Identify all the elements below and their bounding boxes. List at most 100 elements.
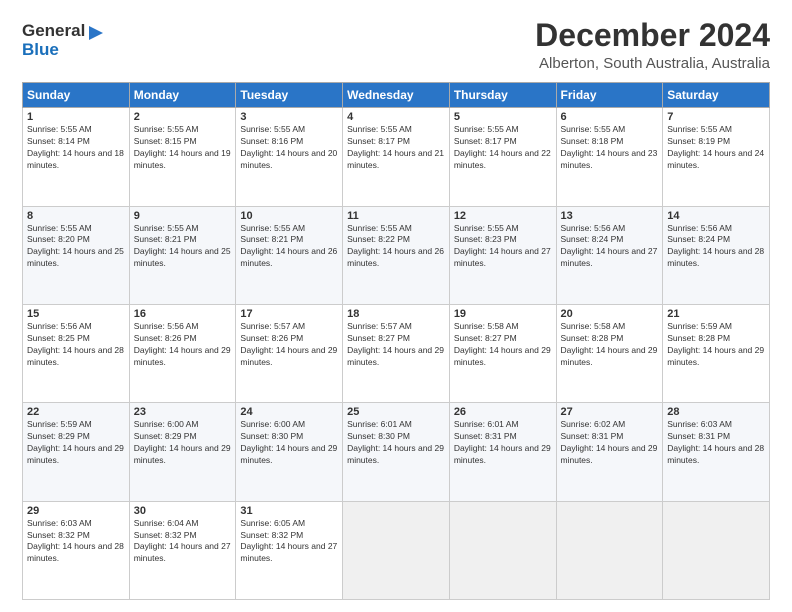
cell-info: Sunrise: 5:55 AMSunset: 8:17 PMDaylight:… [347, 124, 444, 170]
cell-info: Sunrise: 6:00 AMSunset: 8:30 PMDaylight:… [240, 419, 337, 465]
cell-info: Sunrise: 5:59 AMSunset: 8:29 PMDaylight:… [27, 419, 124, 465]
day-number: 1 [27, 111, 125, 123]
day-number: 2 [134, 111, 232, 123]
cell-info: Sunrise: 6:02 AMSunset: 8:31 PMDaylight:… [561, 419, 658, 465]
table-row: 20 Sunrise: 5:58 AMSunset: 8:28 PMDaylig… [556, 304, 663, 402]
calendar-header-row: Sunday Monday Tuesday Wednesday Thursday… [23, 83, 770, 108]
cell-info: Sunrise: 6:00 AMSunset: 8:29 PMDaylight:… [134, 419, 231, 465]
logo: General Blue [22, 22, 105, 59]
day-number: 14 [667, 210, 765, 222]
col-friday: Friday [556, 83, 663, 108]
day-number: 10 [240, 210, 338, 222]
cell-info: Sunrise: 6:01 AMSunset: 8:30 PMDaylight:… [347, 419, 444, 465]
table-row: 4 Sunrise: 5:55 AMSunset: 8:17 PMDayligh… [343, 108, 450, 206]
day-number: 20 [561, 308, 659, 320]
cell-info: Sunrise: 6:04 AMSunset: 8:32 PMDaylight:… [134, 518, 231, 564]
table-row: 5 Sunrise: 5:55 AMSunset: 8:17 PMDayligh… [449, 108, 556, 206]
cell-info: Sunrise: 5:55 AMSunset: 8:14 PMDaylight:… [27, 124, 124, 170]
day-number: 19 [454, 308, 552, 320]
table-row: 2 Sunrise: 5:55 AMSunset: 8:15 PMDayligh… [129, 108, 236, 206]
cell-info: Sunrise: 5:55 AMSunset: 8:19 PMDaylight:… [667, 124, 764, 170]
col-tuesday: Tuesday [236, 83, 343, 108]
main-title: December 2024 [535, 18, 770, 53]
table-row: 28 Sunrise: 6:03 AMSunset: 8:31 PMDaylig… [663, 403, 770, 501]
table-row: 18 Sunrise: 5:57 AMSunset: 8:27 PMDaylig… [343, 304, 450, 402]
cell-info: Sunrise: 5:55 AMSunset: 8:21 PMDaylight:… [134, 223, 231, 269]
empty-cell [343, 501, 450, 599]
title-block: December 2024 Alberton, South Australia,… [535, 18, 770, 72]
col-sunday: Sunday [23, 83, 130, 108]
day-number: 28 [667, 406, 765, 418]
table-row: 10 Sunrise: 5:55 AMSunset: 8:21 PMDaylig… [236, 206, 343, 304]
table-row: 30 Sunrise: 6:04 AMSunset: 8:32 PMDaylig… [129, 501, 236, 599]
calendar-week-row: 15 Sunrise: 5:56 AMSunset: 8:25 PMDaylig… [23, 304, 770, 402]
calendar-week-row: 22 Sunrise: 5:59 AMSunset: 8:29 PMDaylig… [23, 403, 770, 501]
day-number: 15 [27, 308, 125, 320]
calendar-table: Sunday Monday Tuesday Wednesday Thursday… [22, 82, 770, 600]
day-number: 23 [134, 406, 232, 418]
day-number: 21 [667, 308, 765, 320]
table-row: 1 Sunrise: 5:55 AMSunset: 8:14 PMDayligh… [23, 108, 130, 206]
table-row: 8 Sunrise: 5:55 AMSunset: 8:20 PMDayligh… [23, 206, 130, 304]
cell-info: Sunrise: 6:05 AMSunset: 8:32 PMDaylight:… [240, 518, 337, 564]
table-row: 11 Sunrise: 5:55 AMSunset: 8:22 PMDaylig… [343, 206, 450, 304]
calendar-week-row: 1 Sunrise: 5:55 AMSunset: 8:14 PMDayligh… [23, 108, 770, 206]
calendar-week-row: 29 Sunrise: 6:03 AMSunset: 8:32 PMDaylig… [23, 501, 770, 599]
day-number: 12 [454, 210, 552, 222]
cell-info: Sunrise: 5:55 AMSunset: 8:23 PMDaylight:… [454, 223, 551, 269]
cell-info: Sunrise: 5:57 AMSunset: 8:26 PMDaylight:… [240, 321, 337, 367]
calendar-week-row: 8 Sunrise: 5:55 AMSunset: 8:20 PMDayligh… [23, 206, 770, 304]
day-number: 3 [240, 111, 338, 123]
empty-cell [663, 501, 770, 599]
cell-info: Sunrise: 5:55 AMSunset: 8:20 PMDaylight:… [27, 223, 124, 269]
day-number: 16 [134, 308, 232, 320]
table-row: 31 Sunrise: 6:05 AMSunset: 8:32 PMDaylig… [236, 501, 343, 599]
day-number: 27 [561, 406, 659, 418]
col-thursday: Thursday [449, 83, 556, 108]
cell-info: Sunrise: 6:03 AMSunset: 8:31 PMDaylight:… [667, 419, 764, 465]
cell-info: Sunrise: 5:55 AMSunset: 8:22 PMDaylight:… [347, 223, 444, 269]
cell-info: Sunrise: 6:01 AMSunset: 8:31 PMDaylight:… [454, 419, 551, 465]
table-row: 23 Sunrise: 6:00 AMSunset: 8:29 PMDaylig… [129, 403, 236, 501]
day-number: 30 [134, 505, 232, 517]
cell-info: Sunrise: 5:55 AMSunset: 8:15 PMDaylight:… [134, 124, 231, 170]
day-number: 24 [240, 406, 338, 418]
table-row: 22 Sunrise: 5:59 AMSunset: 8:29 PMDaylig… [23, 403, 130, 501]
table-row: 19 Sunrise: 5:58 AMSunset: 8:27 PMDaylig… [449, 304, 556, 402]
table-row: 3 Sunrise: 5:55 AMSunset: 8:16 PMDayligh… [236, 108, 343, 206]
cell-info: Sunrise: 5:58 AMSunset: 8:28 PMDaylight:… [561, 321, 658, 367]
cell-info: Sunrise: 5:55 AMSunset: 8:17 PMDaylight:… [454, 124, 551, 170]
logo-text-general: General [22, 22, 85, 41]
day-number: 5 [454, 111, 552, 123]
table-row: 17 Sunrise: 5:57 AMSunset: 8:26 PMDaylig… [236, 304, 343, 402]
day-number: 4 [347, 111, 445, 123]
table-row: 29 Sunrise: 6:03 AMSunset: 8:32 PMDaylig… [23, 501, 130, 599]
table-row: 13 Sunrise: 5:56 AMSunset: 8:24 PMDaylig… [556, 206, 663, 304]
table-row: 24 Sunrise: 6:00 AMSunset: 8:30 PMDaylig… [236, 403, 343, 501]
table-row: 6 Sunrise: 5:55 AMSunset: 8:18 PMDayligh… [556, 108, 663, 206]
subtitle: Alberton, South Australia, Australia [535, 55, 770, 72]
col-saturday: Saturday [663, 83, 770, 108]
table-row: 7 Sunrise: 5:55 AMSunset: 8:19 PMDayligh… [663, 108, 770, 206]
table-row: 14 Sunrise: 5:56 AMSunset: 8:24 PMDaylig… [663, 206, 770, 304]
logo-text-blue: Blue [22, 41, 85, 60]
day-number: 13 [561, 210, 659, 222]
day-number: 18 [347, 308, 445, 320]
col-monday: Monday [129, 83, 236, 108]
cell-info: Sunrise: 6:03 AMSunset: 8:32 PMDaylight:… [27, 518, 124, 564]
table-row: 16 Sunrise: 5:56 AMSunset: 8:26 PMDaylig… [129, 304, 236, 402]
empty-cell [556, 501, 663, 599]
day-number: 9 [134, 210, 232, 222]
logo-arrow-icon [87, 24, 105, 42]
table-row: 15 Sunrise: 5:56 AMSunset: 8:25 PMDaylig… [23, 304, 130, 402]
cell-info: Sunrise: 5:59 AMSunset: 8:28 PMDaylight:… [667, 321, 764, 367]
table-row: 25 Sunrise: 6:01 AMSunset: 8:30 PMDaylig… [343, 403, 450, 501]
cell-info: Sunrise: 5:55 AMSunset: 8:16 PMDaylight:… [240, 124, 337, 170]
day-number: 26 [454, 406, 552, 418]
cell-info: Sunrise: 5:56 AMSunset: 8:24 PMDaylight:… [667, 223, 764, 269]
cell-info: Sunrise: 5:55 AMSunset: 8:18 PMDaylight:… [561, 124, 658, 170]
table-row: 27 Sunrise: 6:02 AMSunset: 8:31 PMDaylig… [556, 403, 663, 501]
day-number: 29 [27, 505, 125, 517]
table-row: 9 Sunrise: 5:55 AMSunset: 8:21 PMDayligh… [129, 206, 236, 304]
table-row: 26 Sunrise: 6:01 AMSunset: 8:31 PMDaylig… [449, 403, 556, 501]
